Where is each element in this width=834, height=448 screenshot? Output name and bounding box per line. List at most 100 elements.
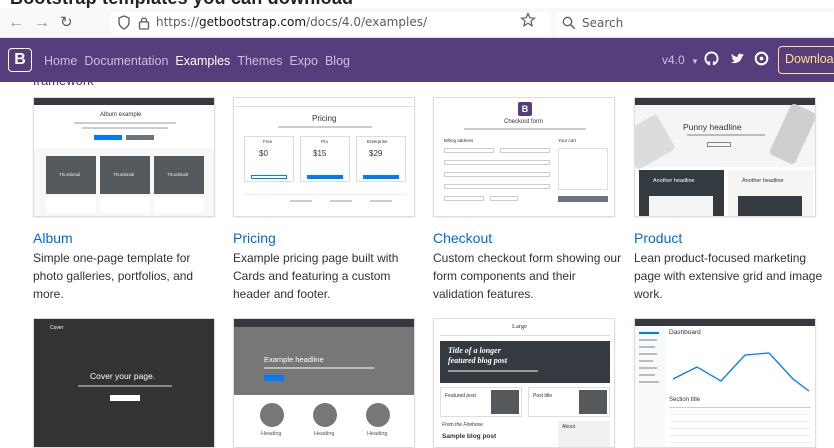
thumb-button (251, 175, 287, 179)
thumb-button (363, 175, 399, 179)
back-arrow-icon[interactable]: ← (8, 14, 24, 32)
card-description-checkout: Custom checkout form showing our form co… (433, 251, 622, 301)
thumb-plan-price: $29 (369, 149, 383, 158)
thumb-heading: Example headline (264, 355, 324, 364)
url-path: /docs/4.0/examples/ (306, 15, 427, 29)
thumb-circle-image (366, 403, 390, 427)
nav-link-expo[interactable]: Expo (289, 54, 318, 68)
carousel-thumbnail[interactable]: Example headline Heading Heading Heading (233, 318, 415, 448)
thumb-post-image (579, 390, 607, 414)
thumb-column-heading: Heading (261, 431, 282, 437)
thumb-heading: Pricing (312, 114, 337, 123)
bookmark-star-icon[interactable] (520, 12, 536, 28)
dashboard-thumbnail[interactable]: Dashboard Section title (634, 318, 816, 448)
browser-search-field[interactable]: Search (556, 12, 834, 34)
thumb-post-card: Post title (528, 387, 610, 417)
thumb-sidebar-item (639, 339, 657, 341)
thumb-text-line (78, 385, 172, 387)
thumb-text-line (278, 126, 372, 128)
thumb-sidebar-item (639, 367, 657, 369)
thumb-text-line (464, 128, 586, 130)
examples-page: framework Album example Thumbnail Thumbn… (0, 82, 834, 448)
thumb-subheadline: Another headline (742, 178, 784, 184)
thumb-light-panel: Another headline (728, 170, 813, 216)
shield-icon[interactable] (118, 15, 130, 30)
nav-link-themes[interactable]: Themes (237, 54, 282, 68)
bootstrap-logo[interactable]: B (8, 48, 32, 72)
thumb-input (444, 148, 494, 153)
card-description-pricing: Example pricing page built with Cards an… (233, 251, 399, 301)
nav-link-examples[interactable]: Examples (175, 54, 230, 68)
thumb-navbar (234, 319, 414, 327)
thumb-button (94, 135, 122, 140)
twitter-icon[interactable] (730, 51, 745, 66)
thumb-heading: Checkout form (504, 119, 544, 125)
thumb-sidebar-item (639, 332, 659, 334)
thumb-footer-rule (244, 194, 406, 195)
version-label: v4.0 (662, 53, 685, 67)
thumb-text-line (74, 122, 176, 124)
version-dropdown[interactable]: v4.0 ▼ (662, 53, 699, 67)
nav-link-blog[interactable]: Blog (325, 54, 350, 68)
lock-icon[interactable] (138, 16, 150, 30)
address-bar[interactable]: https://getbootstrap.com/docs/4.0/exampl… (110, 12, 550, 34)
thumb-cart-title: Your cart (558, 138, 576, 143)
thumb-text-line (264, 367, 374, 369)
card-title-checkout[interactable]: Checkout (433, 230, 492, 246)
thumb-card-body (46, 197, 96, 213)
thumb-navbar (635, 319, 815, 326)
download-button[interactable]: Download (778, 46, 834, 74)
pricing-thumbnail[interactable]: Pricing Free $0 Pro $15 Enterprise $29 (233, 97, 415, 217)
thumb-header-rule (234, 106, 414, 107)
reload-icon[interactable]: ↻ (60, 14, 73, 32)
thumb-cart-list (558, 148, 608, 190)
thumb-post-title: Featured post (445, 393, 476, 399)
thumb-plan-price: $0 (259, 149, 268, 158)
card-title-product[interactable]: Product (634, 230, 682, 246)
thumb-dark-panel: Another headline (639, 170, 724, 216)
card-description-album: Simple one-page template for photo galle… (33, 251, 194, 301)
thumb-footer-line (330, 200, 352, 202)
search-placeholder: Search (582, 16, 624, 30)
caption-text: Bootstrap templates you can download (10, 0, 353, 8)
url-text: https://getbootstrap.com/docs/4.0/exampl… (156, 15, 427, 29)
thumb-post-image (491, 390, 519, 414)
thumb-sidebar-item (639, 360, 653, 362)
thumb-text-line (448, 370, 538, 372)
thumb-sidebar-item (639, 346, 655, 348)
thumb-card-label: Thumbnail (59, 172, 81, 177)
thumb-card-label: Thumbnail (113, 172, 135, 177)
card-title-album[interactable]: Album (33, 230, 73, 246)
thumb-button (707, 142, 731, 147)
thumb-plan-price: $15 (313, 149, 327, 158)
thumb-input (444, 160, 550, 165)
thumb-plan-card: Enterprise $29 (356, 136, 406, 182)
nav-link-home[interactable]: Home (44, 54, 77, 68)
url-domain: getbootstrap.com (199, 15, 307, 29)
cover-thumbnail[interactable]: Cover Cover your page. (33, 318, 215, 448)
thumb-table (669, 407, 811, 447)
card-title-pricing[interactable]: Pricing (233, 230, 276, 246)
checkout-thumbnail[interactable]: B Checkout form Billing address Your car… (433, 97, 615, 217)
product-thumbnail[interactable]: Punny headline Another headline Another … (634, 97, 816, 217)
nav-link-documentation[interactable]: Documentation (84, 54, 168, 68)
thumb-about-box: About (558, 421, 610, 447)
thumb-plan-card: Pro $15 (300, 136, 350, 182)
github-icon[interactable] (704, 51, 719, 66)
thumb-plan-card: Free $0 (244, 136, 294, 182)
thumb-sidebar (635, 326, 665, 447)
blog-thumbnail[interactable]: Large Title of a longer featured blog po… (433, 318, 615, 448)
cropped-caption: Bootstrap templates you can download (0, 0, 834, 8)
thumb-brand: Large (512, 323, 528, 330)
album-thumbnail[interactable]: Album example Thumbnail Thumbnail Thumbn… (33, 97, 215, 217)
thumb-plan-name: Enterprise (367, 139, 388, 144)
forward-arrow-icon[interactable]: → (34, 14, 50, 32)
thumb-heading: Dashboard (669, 329, 701, 336)
thumb-card-label: Thumbnail (167, 172, 189, 177)
thumb-column-heading: Heading (367, 431, 388, 437)
url-scheme: https:// (156, 15, 200, 29)
thumb-button (264, 375, 284, 381)
thumb-post-card: Featured post (440, 387, 522, 417)
thumb-sidebar-item (639, 374, 655, 376)
slack-icon[interactable] (754, 51, 769, 66)
